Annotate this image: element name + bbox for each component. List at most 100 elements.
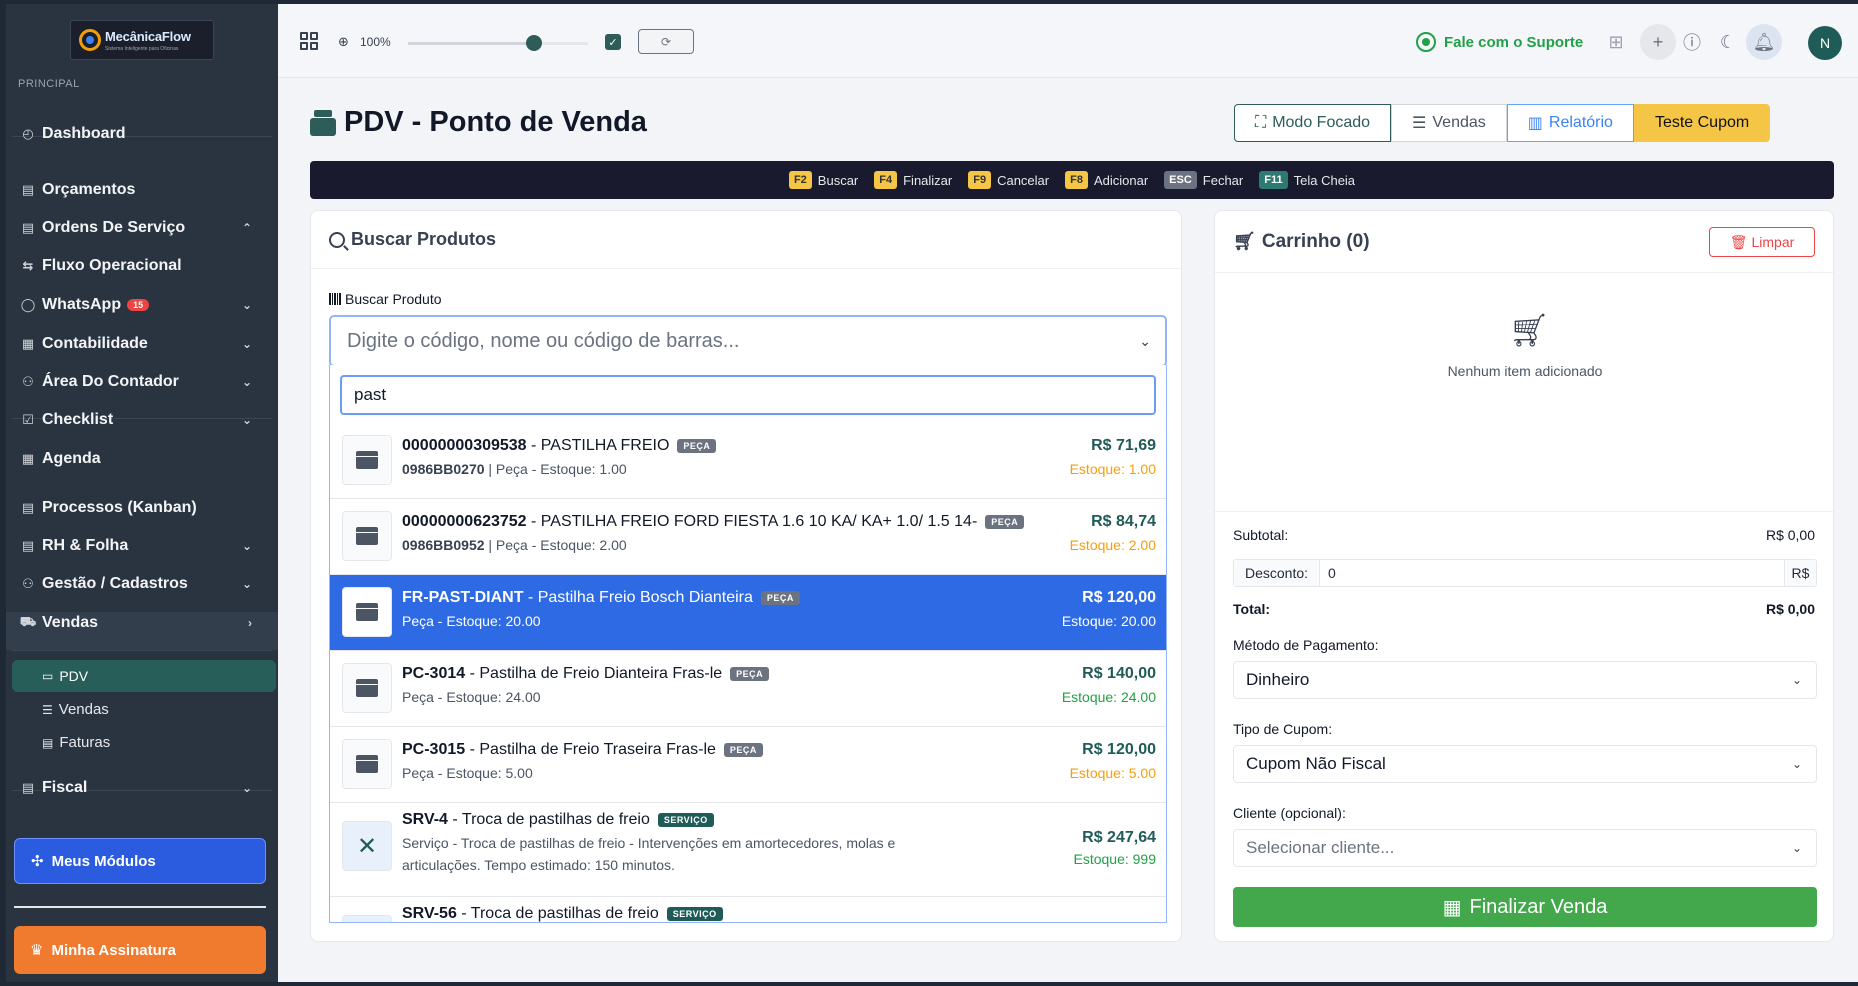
product-option[interactable]: PC-3014 - Pastilha de Freio Dianteira Fr… xyxy=(330,651,1166,727)
kanban-icon: ▤ xyxy=(21,500,35,515)
sidebar-item-dashboard[interactable]: ◴ Dashboard xyxy=(20,120,264,148)
product-search-input[interactable]: past xyxy=(340,375,1156,415)
zoom-slider-knob[interactable] xyxy=(526,35,542,51)
sidebar-item-fluxo-operacional[interactable]: ⇆ Fluxo Operacional xyxy=(20,252,264,280)
refresh-button[interactable]: ⟳ xyxy=(638,29,694,54)
puzzle-icon: ✣ xyxy=(31,853,44,870)
plus-icon[interactable]: + xyxy=(1640,24,1676,60)
product-select[interactable]: Digite o código, nome ou código de barra… xyxy=(329,315,1167,367)
sidebar-item-whatsapp[interactable]: ◯ WhatsApp 15 ⌄ xyxy=(20,291,264,319)
search-products-card: Buscar Produtos Buscar Produto Digite o … xyxy=(310,210,1182,942)
sidebar-item-label: Orçamentos xyxy=(42,181,136,198)
modo-focado-button[interactable]: ⛶ Modo Focado xyxy=(1234,104,1392,142)
clear-cart-button[interactable]: 🗑︎ Limpar xyxy=(1709,227,1815,257)
vendas-button[interactable]: ☰ Vendas xyxy=(1391,104,1507,142)
apps-add-icon[interactable]: ⊞ xyxy=(1598,24,1634,60)
receipt-icon: ▤ xyxy=(21,780,35,795)
dark-mode-icon[interactable]: ☾ xyxy=(1710,24,1746,60)
discount-input[interactable]: 0 xyxy=(1320,560,1784,586)
minha-assinatura-label: Minha Assinatura xyxy=(51,941,176,959)
sidebar-item-fiscal[interactable]: ▤ Fiscal ⌄ xyxy=(20,774,264,802)
cart-icon: ⛟ xyxy=(19,614,37,629)
zoom-slider[interactable] xyxy=(408,35,588,51)
sidebar-item-rh-folha[interactable]: ▤ RH & Folha ⌄ xyxy=(20,532,264,560)
minha-assinatura-button[interactable]: ♛ Minha Assinatura xyxy=(14,926,266,974)
chevron-icon: ⌄ xyxy=(241,375,252,389)
sidebar-item-gest-o-cadastros[interactable]: ⚇ Gestão / Cadastros ⌄ xyxy=(20,570,264,598)
option-details: Peça - Estoque: 20.00 xyxy=(402,613,541,629)
sidebar-item-label: WhatsApp xyxy=(42,296,122,313)
shortcut-label: Finalizar xyxy=(903,172,953,188)
page-title-text: PDV - Ponto de Venda xyxy=(344,106,647,138)
product-option[interactable]: FR-PAST-DIANT - Pastilha Freio Bosch Dia… xyxy=(330,575,1166,651)
option-code: PC-3014 xyxy=(402,665,466,682)
option-code: 00000000623752 xyxy=(402,513,527,530)
box-icon xyxy=(342,511,392,561)
product-option[interactable]: ✕ SRV-56 - Troca de pastilhas de freio SER… xyxy=(330,897,1166,922)
sidebar-subitem-faturas[interactable]: ▤ Faturas xyxy=(42,734,110,751)
relatorio-button[interactable]: ▥ Relatório xyxy=(1506,104,1634,142)
notification-badge: 15 xyxy=(127,299,150,311)
sidebar-item-agenda[interactable]: ▦ Agenda xyxy=(20,445,264,473)
sidebar-item-contabilidade[interactable]: ▦ Contabilidade ⌄ xyxy=(20,330,264,358)
teste-cupom-button[interactable]: Teste Cupom xyxy=(1633,104,1771,142)
shortcut-label: Tela Cheia xyxy=(1293,172,1356,188)
option-code: FR-PAST-DIANT xyxy=(402,589,524,606)
total-value: R$ 0,00 xyxy=(1765,601,1815,617)
calculator-icon: ▦ xyxy=(1442,896,1462,919)
users-icon: ⚇ xyxy=(22,576,34,591)
option-type-tag: PEÇA xyxy=(985,514,1025,529)
product-option[interactable]: ✕ SRV-4 - Troca de pastilhas de freio SERV… xyxy=(330,803,1166,897)
cash-register-icon xyxy=(310,109,336,136)
zoom-checkbox[interactable]: ✓ xyxy=(605,34,621,50)
sidebar-item-or-amentos[interactable]: ▤ Orçamentos xyxy=(20,176,264,204)
sidebar-item-ordens-de-servi-o[interactable]: ▤ Ordens De Serviço ⌃ xyxy=(20,214,264,242)
option-details: Peça - Estoque: 5.00 xyxy=(402,765,533,781)
subtotal-value: R$ 0,00 xyxy=(1765,527,1815,543)
product-option[interactable]: PC-3015 - Pastilha de Freio Traseira Fra… xyxy=(330,727,1166,803)
option-subtitle: Peça - Estoque: 5.00 xyxy=(402,765,533,781)
sidebar-subitem-pdv[interactable]: ▭ PDV xyxy=(42,668,88,684)
chevron-down-icon: ⌄ xyxy=(1139,332,1151,349)
chevron-down-icon: ⌄ xyxy=(1791,673,1802,687)
client-select[interactable]: Selecionar cliente... ⌄ xyxy=(1233,829,1817,867)
option-details: | Peça - Estoque: 1.00 xyxy=(484,461,627,477)
avatar[interactable]: N xyxy=(1808,26,1842,60)
apps-grid-icon[interactable] xyxy=(300,32,318,50)
option-title: SRV-4 - Troca de pastilhas de freio SERVI… xyxy=(402,811,714,829)
shortcut-f8: F8 Adicionar xyxy=(1065,171,1148,189)
sidebar-item-checklist[interactable]: ☑ Checklist ⌄ xyxy=(20,406,264,434)
sidebar-item-vendas[interactable]: ⛟ Vendas › xyxy=(20,609,264,637)
info-icon[interactable]: ⓘ xyxy=(1674,24,1710,60)
finalize-sale-button[interactable]: ▦ Finalizar Venda xyxy=(1233,887,1817,927)
sidebar-subitem-vendas[interactable]: ☰ Vendas xyxy=(42,701,109,718)
app-logo[interactable]: MecânicaFlow Sistema Inteligente para Of… xyxy=(70,20,214,60)
sidebar-item-processos-kanban-[interactable]: ▤ Processos (Kanban) xyxy=(20,494,264,522)
refresh-icon: ⟳ xyxy=(660,34,672,49)
chevron-icon: ⌄ xyxy=(241,539,252,553)
sidebar-subitem-label: Vendas xyxy=(58,701,109,718)
meus-modulos-button[interactable]: ✣ Meus Módulos xyxy=(14,838,266,884)
option-code: SRV-4 xyxy=(402,811,448,828)
payment-method-select[interactable]: Dinheiro ⌄ xyxy=(1233,661,1817,699)
shortcut-f9: F9 Cancelar xyxy=(968,171,1049,189)
flow-icon: ⇆ xyxy=(22,258,34,273)
barcode-icon xyxy=(329,293,341,305)
shortcut-esc: ESC Fechar xyxy=(1164,171,1243,189)
payment-method-value: Dinheiro xyxy=(1246,670,1310,689)
people-icon: ▤ xyxy=(21,538,35,553)
product-option[interactable]: 00000000309538 - PASTILHA FREIO PEÇA 0986B… xyxy=(330,423,1166,499)
option-title: PC-3015 - Pastilha de Freio Traseira Fra… xyxy=(402,741,763,759)
product-option[interactable]: 00000000623752 - PASTILHA FREIO FORD FIE… xyxy=(330,499,1166,575)
option-name: - Troca de pastilhas de freio xyxy=(456,905,659,922)
coupon-type-select[interactable]: Cupom Não Fiscal ⌄ xyxy=(1233,745,1817,783)
support-link[interactable]: Fale com o Suporte xyxy=(1416,32,1583,52)
option-price: R$ 140,00 xyxy=(1082,665,1156,682)
bell-icon[interactable]: 🔔︎ xyxy=(1746,24,1782,60)
cart-icon: 🛒︎ xyxy=(1233,231,1256,251)
clipboard-icon: ▤ xyxy=(21,220,35,235)
product-dropdown: past 00000000309538 - PASTILHA FREIO PEÇA… xyxy=(329,365,1167,923)
option-subtitle: 0986BB0952 | Peça - Estoque: 2.00 xyxy=(402,537,627,553)
sidebar-item--rea-do-contador[interactable]: ⚇ Área Do Contador ⌄ xyxy=(20,368,264,396)
total-label: Total: xyxy=(1233,601,1271,617)
